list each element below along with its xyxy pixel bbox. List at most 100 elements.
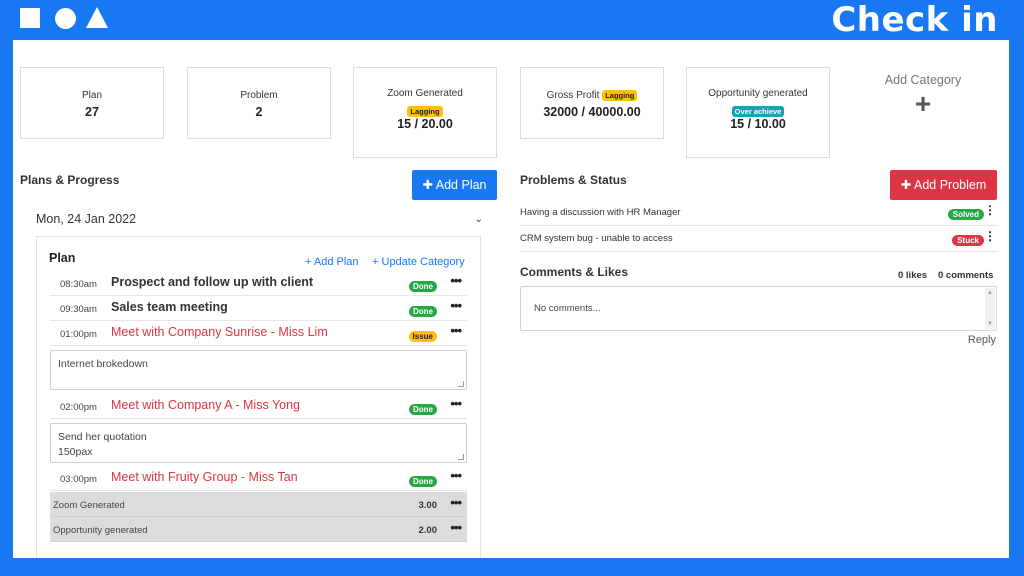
square-logo-icon [20,8,40,28]
plus-icon: + [914,88,932,119]
comments-likes-heading: Comments & Likes [520,265,629,279]
stat-card-plan[interactable]: Plan 27 [20,67,164,139]
plus-icon: ✚ [900,178,912,192]
plan-note-line: 150pax [58,446,93,458]
more-options-icon[interactable]: ••• [450,468,462,483]
plan-title: Meet with Company A - Miss Yong [111,398,300,412]
more-options-icon[interactable]: ••• [450,396,462,411]
metric-row[interactable]: Zoom Generated 3.00 ••• [50,492,467,517]
plan-note-line: Send her quotation [58,431,147,443]
over-achieve-badge: Over achieve [731,106,785,118]
add-category-button[interactable]: Add Category + [868,73,978,121]
plan-time: 02:00pm [60,402,97,413]
plan-row[interactable]: 09:30am Sales team meeting Done ••• [50,296,467,321]
plans-progress-heading: Plans & Progress [20,173,120,187]
plan-title: Meet with Company Sunrise - Miss Lim [111,325,328,339]
metric-row[interactable]: Opportunity generated 2.00 ••• [50,517,467,542]
stuck-badge: Stuck [952,235,984,247]
plan-note-text: Internet brokedown [58,358,148,370]
plan-row[interactable]: 02:00pm Meet with Company A - Miss Yong … [50,394,467,419]
stat-value: 15 / 10.00 [730,117,786,131]
comments-placeholder: No comments... [534,303,601,314]
date-selector[interactable]: Mon, 24 Jan 2022 ⌄ [36,212,483,226]
plan-row[interactable]: 08:30am Prospect and follow up with clie… [50,271,467,296]
metric-label: Opportunity generated [53,525,148,536]
plan-card-title: Plan [49,251,76,265]
problem-text: Having a discussion with HR Manager [520,207,681,218]
chevron-down-icon: ⌄ [474,214,483,225]
stat-label: Plan [81,90,102,101]
problem-row[interactable]: Having a discussion with HR Manager Solv… [520,201,998,226]
stat-value: 2 [255,105,263,119]
comments-count[interactable]: 0 comments [938,270,993,281]
add-plan-link-label: Add Plan [313,256,359,268]
add-problem-label: Add Problem [914,178,987,192]
likes-count[interactable]: 0 likes [898,270,927,281]
triangle-logo-icon [86,7,108,28]
stat-value: 32000 / 40000.00 [543,105,641,120]
stat-card-opportunity-generated[interactable]: Opportunity generated Over achieve 15 / … [686,67,830,158]
plan-row[interactable]: 03:00pm Meet with Fruity Group - Miss Ta… [50,466,467,491]
plan-note-field[interactable]: Internet brokedown [50,350,467,390]
metric-value: 3.00 [418,500,438,511]
main-panel: Plan 27 Problem 2 Zoom Generated Lagging… [13,40,1009,558]
problem-text: CRM system bug - unable to access [520,233,673,244]
plan-row[interactable]: 01:00pm Meet with Company Sunrise - Miss… [50,321,467,346]
issue-badge: Issue [408,331,437,343]
lagging-badge: Lagging [602,90,638,101]
problem-row[interactable]: CRM system bug - unable to access Stuck … [520,227,998,252]
page-banner-title: Check in [831,0,998,40]
plan-time: 08:30am [60,279,97,290]
stat-label: Problem [240,90,278,101]
plan-time: 09:30am [60,304,97,315]
more-options-icon[interactable]: ••• [450,273,462,288]
scrollbar[interactable]: ▲ ▼ [985,288,995,329]
stat-value: 15 / 20.00 [397,117,453,131]
plan-time: 03:00pm [60,474,97,485]
plan-card: Plan + Add Plan + Update Category 08:30a… [36,236,481,558]
top-bar: Check in [0,0,1024,40]
more-options-icon[interactable]: ••• [450,323,462,338]
stat-card-problem[interactable]: Problem 2 [187,67,331,139]
scroll-down-icon[interactable]: ▼ [987,321,993,327]
resize-handle-icon[interactable] [458,381,464,387]
metric-value: 2.00 [418,525,438,536]
plus-icon: + [305,256,312,268]
plan-title: Meet with Fruity Group - Miss Tan [111,470,298,484]
add-category-label: Add Category [884,73,962,87]
scroll-up-icon[interactable]: ▲ [987,290,993,296]
more-options-icon[interactable]: ••• [450,520,462,535]
plus-icon: + [372,256,379,268]
metric-label: Zoom Generated [53,500,125,511]
add-plan-button[interactable]: ✚ Add Plan [412,170,497,200]
plus-icon: ✚ [422,178,433,192]
plan-title: Sales team meeting [111,300,228,314]
update-category-link[interactable]: + Update Category [372,256,465,268]
reply-button[interactable]: Reply [968,334,996,346]
comments-field[interactable]: No comments... ▲ ▼ [520,286,997,331]
lagging-badge: Lagging [407,106,443,118]
plan-note-field[interactable]: Send her quotation 150pax [50,423,467,463]
kebab-menu-icon[interactable]: ⋮ [984,204,996,216]
stat-card-zoom-generated[interactable]: Zoom Generated Lagging 15 / 20.00 [353,67,497,158]
update-category-link-label: Update Category [381,256,465,268]
kebab-menu-icon[interactable]: ⋮ [984,230,996,242]
done-badge: Done [409,281,437,293]
stat-label: Opportunity generated [708,88,808,99]
problems-status-heading: Problems & Status [520,173,627,187]
stat-label-text: Gross Profit [546,90,600,102]
stat-value: 27 [85,105,99,119]
add-plan-label: Add Plan [435,178,487,192]
stat-label: Zoom Generated [387,88,463,99]
solved-badge: Solved [947,209,984,221]
done-badge: Done [409,404,437,416]
plan-time: 01:00pm [60,329,97,340]
add-plan-link[interactable]: + Add Plan [305,256,359,268]
stat-label: Gross Profit Lagging [521,90,663,102]
add-problem-button[interactable]: ✚ Add Problem [890,170,997,200]
done-badge: Done [409,476,437,488]
more-options-icon[interactable]: ••• [450,495,462,510]
stat-card-gross-profit[interactable]: Gross Profit Lagging 32000 / 40000.00 [520,67,664,139]
more-options-icon[interactable]: ••• [450,298,462,313]
resize-handle-icon[interactable] [458,454,464,460]
